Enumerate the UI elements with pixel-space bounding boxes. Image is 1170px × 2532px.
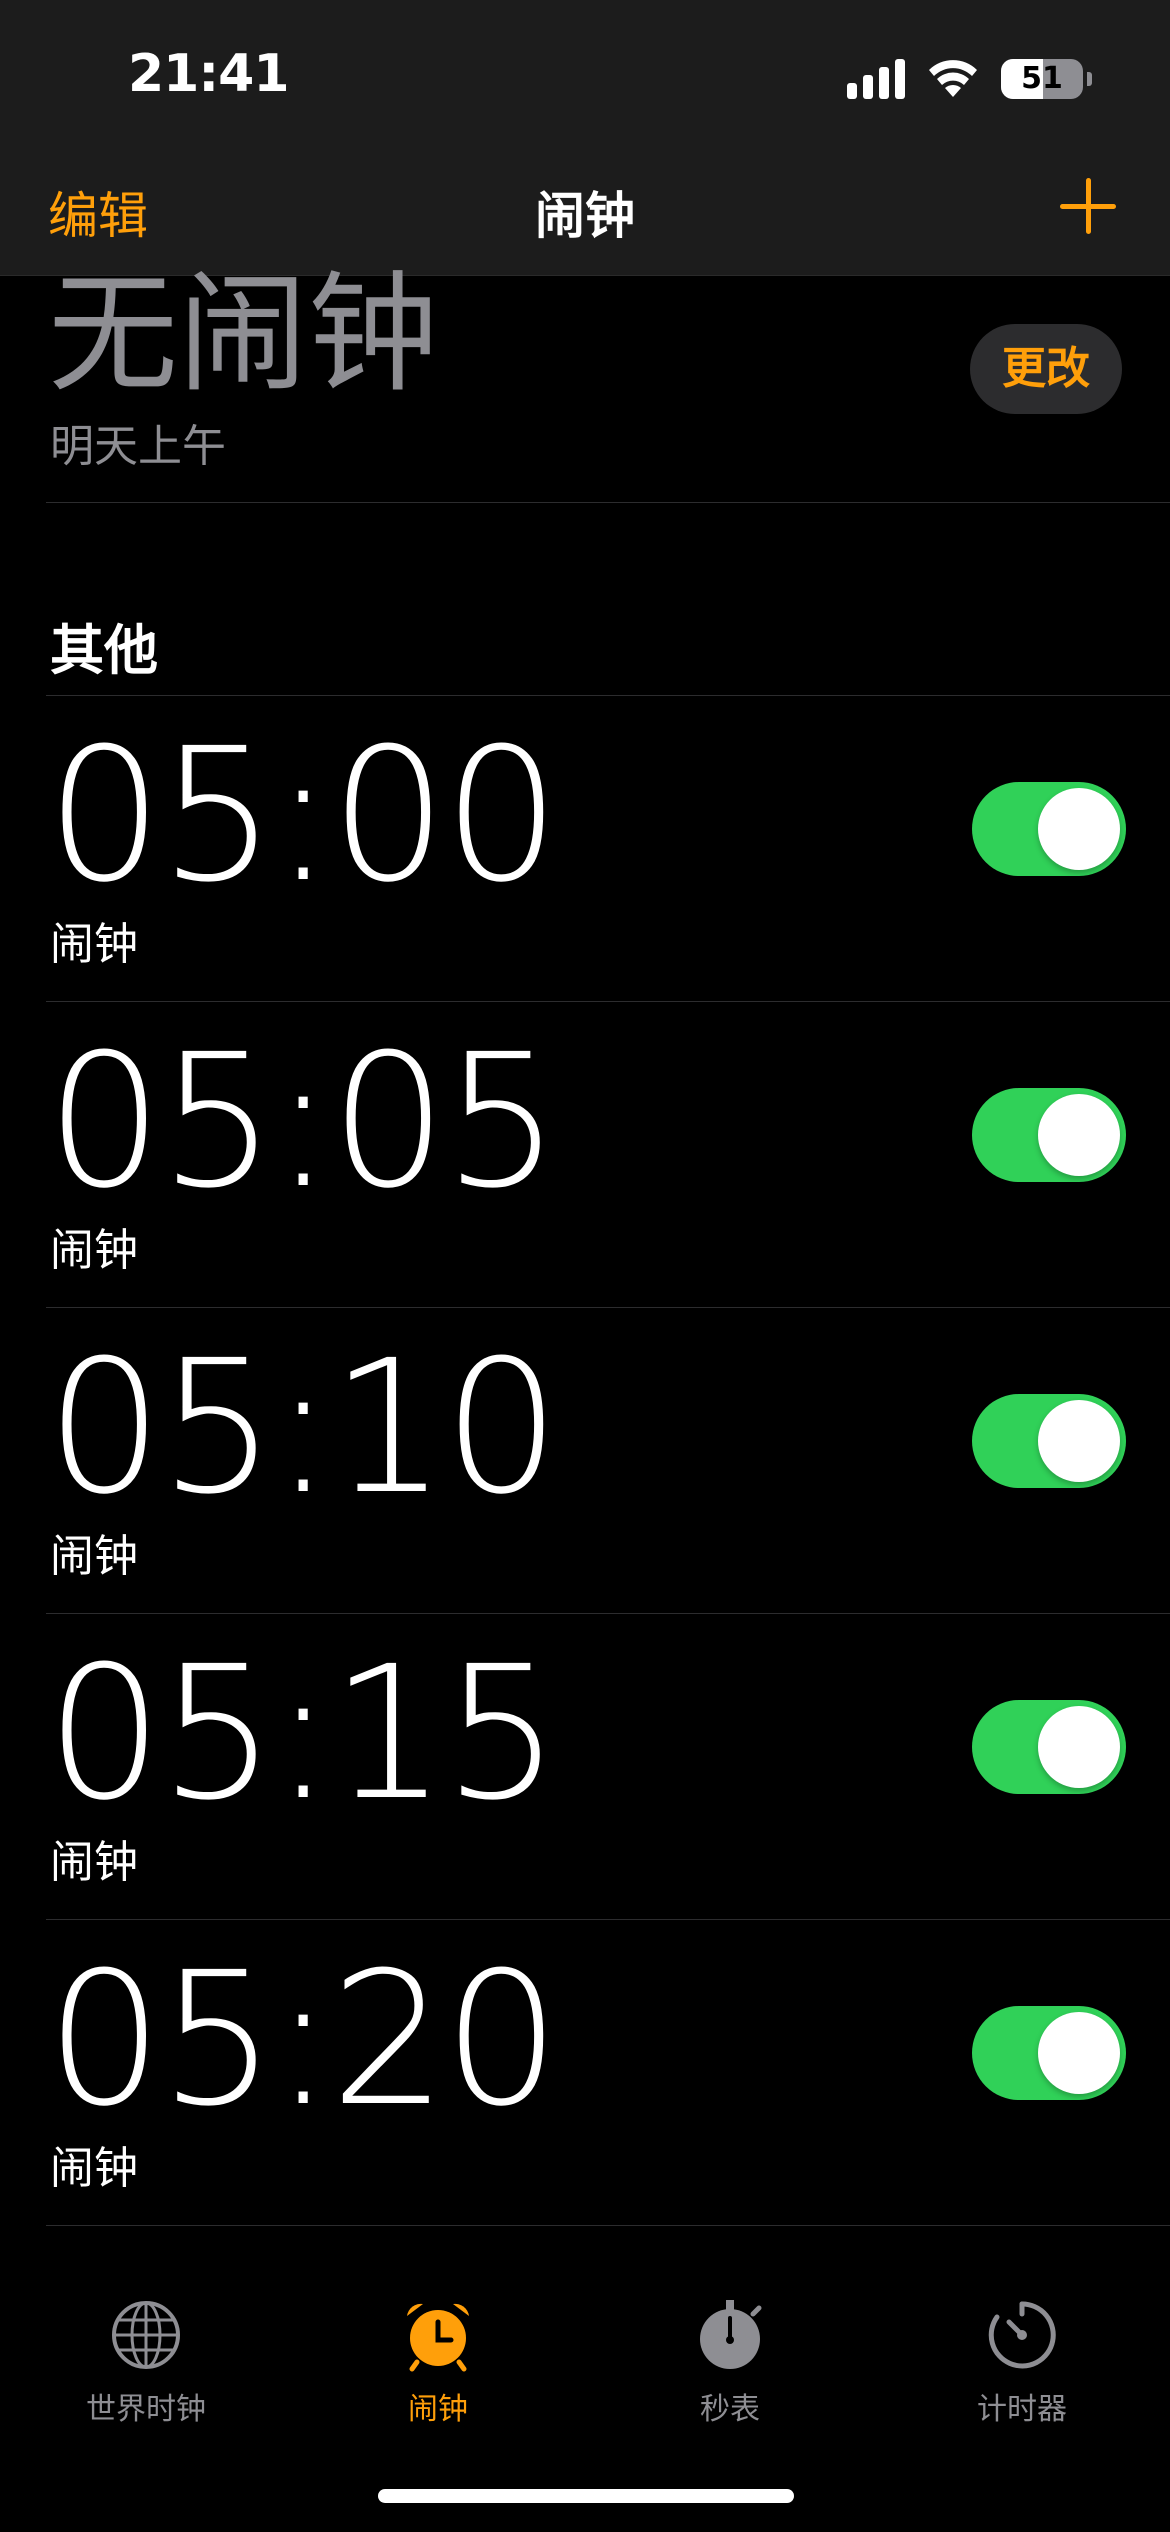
cellular-signal-icon [847, 59, 905, 99]
timer-icon [988, 2301, 1056, 2369]
plus-icon[interactable] [1058, 176, 1118, 236]
page-title: 闹钟 [535, 187, 635, 245]
top-bar: 21:41 51 编辑 闹钟 [0, 0, 1170, 276]
alarm-toggle[interactable] [972, 1088, 1126, 1182]
row-divider [46, 2225, 1170, 2226]
tab-label: 世界时钟 [86, 2392, 206, 2427]
alarm-time: 05:00 [46, 709, 560, 923]
toggle-knob [1038, 1094, 1120, 1176]
tab-label: 计时器 [977, 2392, 1067, 2427]
alarm-toggle[interactable] [972, 2006, 1126, 2100]
status-time: 21:41 [128, 44, 290, 104]
alarm-time: 05:15 [46, 1627, 560, 1841]
alarm-list: 05:00 闹钟 05:05 闹钟 05:10 闹钟 05:15 闹钟 05:2… [0, 696, 1170, 2226]
alarm-label: 闹钟 [50, 1837, 138, 1888]
wifi-icon [927, 59, 979, 99]
sleep-subtitle: 明天上午 [50, 421, 226, 472]
tab-label: 闹钟 [408, 2392, 468, 2427]
alarm-toggle[interactable] [972, 1394, 1126, 1488]
battery-icon: 51 [1001, 59, 1083, 99]
alarm-label: 闹钟 [50, 919, 138, 970]
battery-level: 51 [1021, 61, 1063, 96]
sleep-divider [46, 502, 1170, 503]
alarm-row[interactable]: 05:15 闹钟 [0, 1614, 1170, 1920]
alarm-label: 闹钟 [50, 2143, 138, 2194]
tab-stopwatch[interactable]: 秒表 [584, 2298, 876, 2428]
alarm-toggle[interactable] [972, 1700, 1126, 1794]
toggle-knob [1038, 2012, 1120, 2094]
toggle-knob [1038, 1400, 1120, 1482]
alarm-row[interactable]: 05:20 闹钟 [0, 1920, 1170, 2226]
alarm-row[interactable]: 05:00 闹钟 [0, 696, 1170, 1002]
alarm-time: 05:05 [46, 1015, 560, 1229]
alarm-row[interactable]: 05:05 闹钟 [0, 1002, 1170, 1308]
alarm-clock-icon [407, 2303, 469, 2372]
tab-alarm[interactable]: 闹钟 [292, 2298, 584, 2428]
toggle-knob [1038, 788, 1120, 870]
toggle-knob [1038, 1706, 1120, 1788]
sleep-section: 无闹钟 明天上午 更改 [0, 258, 1170, 502]
home-indicator[interactable] [378, 2489, 794, 2503]
alarm-time: 05:20 [46, 1933, 560, 2147]
tab-timer[interactable]: 计时器 [876, 2298, 1168, 2428]
alarm-row[interactable]: 05:10 闹钟 [0, 1308, 1170, 1614]
status-icons: 51 [847, 54, 1092, 104]
tab-bar: 世界时钟 闹钟 秒表 计时器 [0, 2238, 1170, 2532]
alarm-toggle[interactable] [972, 782, 1126, 876]
battery-cap [1087, 72, 1092, 86]
alarm-time: 05:10 [46, 1321, 560, 1535]
globe-icon [112, 2301, 180, 2369]
alarm-label: 闹钟 [50, 1225, 138, 1276]
stopwatch-icon [700, 2300, 762, 2369]
sleep-status: 无闹钟 [48, 258, 439, 410]
change-button[interactable]: 更改 [970, 324, 1122, 414]
tab-label: 秒表 [700, 2392, 760, 2427]
tab-world-clock[interactable]: 世界时钟 [0, 2298, 292, 2428]
alarm-label: 闹钟 [50, 1531, 138, 1582]
section-header: 其他 [50, 619, 158, 682]
